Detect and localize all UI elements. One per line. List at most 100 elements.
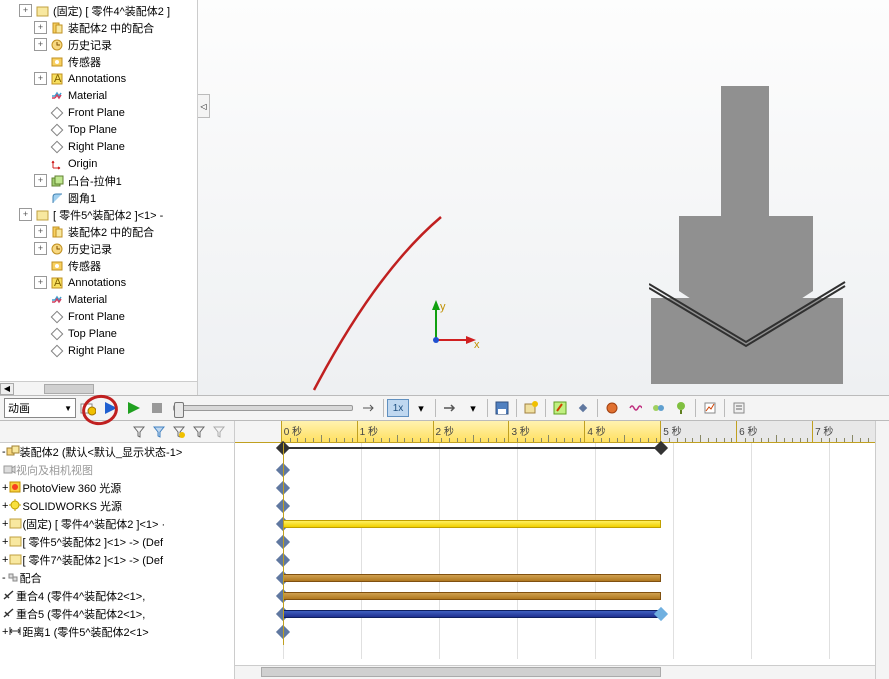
motion-tree-item[interactable]: +SOLIDWORKS 光源 [0, 497, 234, 515]
motion-tree-item[interactable]: +距离1 (零件5^装配体2<1> [0, 623, 234, 641]
timeline-row[interactable] [235, 461, 889, 479]
timeline-bar[interactable] [283, 520, 661, 528]
tree-item[interactable]: +装配体2 中的配合 [0, 19, 197, 36]
tree-item[interactable]: 圆角1 [0, 189, 197, 206]
speed-down-button[interactable]: ▾ [410, 397, 432, 419]
timeline-h-scrollbar[interactable] [235, 665, 875, 679]
motion-tree-item[interactable]: 重合5 (零件4^装配体2<1>, [0, 605, 234, 623]
motion-tree-item[interactable]: 视向及相机视图 [0, 461, 234, 479]
autokey-button[interactable] [549, 397, 571, 419]
save-animation-button[interactable] [491, 397, 513, 419]
timeline-row[interactable] [235, 497, 889, 515]
filter-bar [0, 421, 234, 443]
tree-item[interactable]: +(固定) [ 零件4^装配体2 ] [0, 2, 197, 19]
scroll-thumb[interactable] [44, 384, 94, 394]
ruler-segment[interactable]: 5 秒 [661, 421, 737, 442]
timeline-row[interactable] [235, 515, 889, 533]
expand-icon[interactable]: + [34, 276, 47, 289]
expand-icon[interactable]: + [34, 174, 47, 187]
tree-item[interactable]: 传感器 [0, 257, 197, 274]
tree-item[interactable]: Top Plane [0, 121, 197, 138]
time-slider[interactable] [173, 405, 353, 411]
contact-button[interactable] [647, 397, 669, 419]
ruler-segment[interactable]: 1 秒 [358, 421, 434, 442]
tree-item[interactable]: Top Plane [0, 325, 197, 342]
tree-item[interactable]: +历史记录 [0, 36, 197, 53]
timeline-row[interactable] [235, 623, 889, 641]
ruler-segment[interactable]: 2 秒 [434, 421, 510, 442]
timeline-row[interactable] [235, 605, 889, 623]
ruler-segment[interactable]: 4 秒 [585, 421, 661, 442]
ruler-segment[interactable]: 3 秒 [509, 421, 585, 442]
tree-item[interactable]: Right Plane [0, 138, 197, 155]
spring-button[interactable] [624, 397, 646, 419]
motion-tree-label: 装配体2 (默认<默认_显示状态-1> [20, 444, 183, 460]
animation-wizard-button[interactable] [520, 397, 542, 419]
motion-tree-item[interactable]: -配合 [0, 569, 234, 587]
tree-item[interactable]: Right Plane [0, 342, 197, 359]
addkey-button[interactable] [572, 397, 594, 419]
gravity-button[interactable] [670, 397, 692, 419]
settings-button[interactable] [728, 397, 750, 419]
timeline-bar[interactable] [283, 574, 661, 582]
tree-item[interactable]: Material [0, 291, 197, 308]
speed-indicator[interactable]: 1x [387, 399, 409, 417]
playback-mode-button[interactable] [358, 397, 380, 419]
loop-button[interactable] [439, 397, 461, 419]
tree-item[interactable]: Front Plane [0, 104, 197, 121]
filter-res-icon[interactable] [210, 423, 228, 441]
motion-tree-item[interactable]: -装配体2 (默认<默认_显示状态-1> [0, 443, 234, 461]
tree-item[interactable]: +[ 零件5^装配体2 ]<1> - [0, 206, 197, 223]
play-button[interactable] [123, 397, 145, 419]
calculate-button[interactable] [100, 397, 122, 419]
tree-item[interactable]: 传感器 [0, 53, 197, 70]
motor-button[interactable] [601, 397, 623, 419]
timeline-row[interactable] [235, 533, 889, 551]
tree-item[interactable]: Front Plane [0, 308, 197, 325]
filter-sel-icon[interactable] [190, 423, 208, 441]
timeline-v-scrollbar[interactable] [875, 421, 889, 679]
tree-item[interactable]: +凸台-拉伸1 [0, 172, 197, 189]
tree-item[interactable]: +装配体2 中的配合 [0, 223, 197, 240]
motion-tree-item[interactable]: +[ 零件5^装配体2 ]<1> -> (Def [0, 533, 234, 551]
timeline-row[interactable] [235, 569, 889, 587]
expand-icon[interactable]: + [34, 242, 47, 255]
tree-item[interactable]: Material [0, 87, 197, 104]
motion-tree-item[interactable]: +PhotoView 360 光源 [0, 479, 234, 497]
pane-collapse-handle[interactable]: ◁ [198, 94, 210, 118]
motion-tree-item[interactable]: +(固定) [ 零件4^装配体2 ]<1> · [0, 515, 234, 533]
tree-item[interactable]: +历史记录 [0, 240, 197, 257]
plane-icon [49, 344, 65, 358]
timeline-row[interactable] [235, 479, 889, 497]
motion-wizard-button[interactable] [77, 397, 99, 419]
timeline-bar[interactable] [283, 592, 661, 600]
expand-icon[interactable]: + [34, 72, 47, 85]
expand-icon[interactable]: + [34, 21, 47, 34]
ruler-segment[interactable]: 0 秒 [282, 421, 358, 442]
3d-viewport[interactable]: ◁ y x [198, 0, 889, 395]
time-ruler[interactable]: 0 秒1 秒2 秒3 秒4 秒5 秒6 秒7 秒 [235, 421, 889, 443]
motion-tree-item[interactable]: 重合4 (零件4^装配体2<1>, [0, 587, 234, 605]
ruler-segment[interactable]: 6 秒 [737, 421, 813, 442]
timeline-row[interactable] [235, 587, 889, 605]
study-type-combo[interactable]: 动画▼ [4, 398, 76, 418]
motion-tree-item[interactable]: +[ 零件7^装配体2 ]<1> -> (Def [0, 551, 234, 569]
motion-tree-label: 重合4 (零件4^装配体2<1>, [16, 588, 145, 604]
expand-icon[interactable]: + [19, 208, 32, 221]
results-button[interactable] [699, 397, 721, 419]
expand-icon[interactable]: + [34, 38, 47, 51]
tree-item[interactable]: +AAnnotations [0, 274, 197, 291]
scroll-left-icon[interactable]: ◀ [0, 383, 14, 395]
filter-anim-icon[interactable] [150, 423, 168, 441]
loop-dd-button[interactable]: ▾ [462, 397, 484, 419]
tree-item[interactable]: +AAnnotations [0, 70, 197, 87]
timeline-bar[interactable] [283, 610, 661, 618]
timeline-row[interactable] [235, 551, 889, 569]
expand-icon[interactable]: + [19, 4, 32, 17]
filter-driven-icon[interactable] [170, 423, 188, 441]
stop-button[interactable] [146, 397, 168, 419]
tree-item[interactable]: Origin [0, 155, 197, 172]
expand-icon[interactable]: + [34, 225, 47, 238]
filter-icon[interactable] [130, 423, 148, 441]
tree-h-scrollbar[interactable]: ◀ [0, 381, 197, 395]
